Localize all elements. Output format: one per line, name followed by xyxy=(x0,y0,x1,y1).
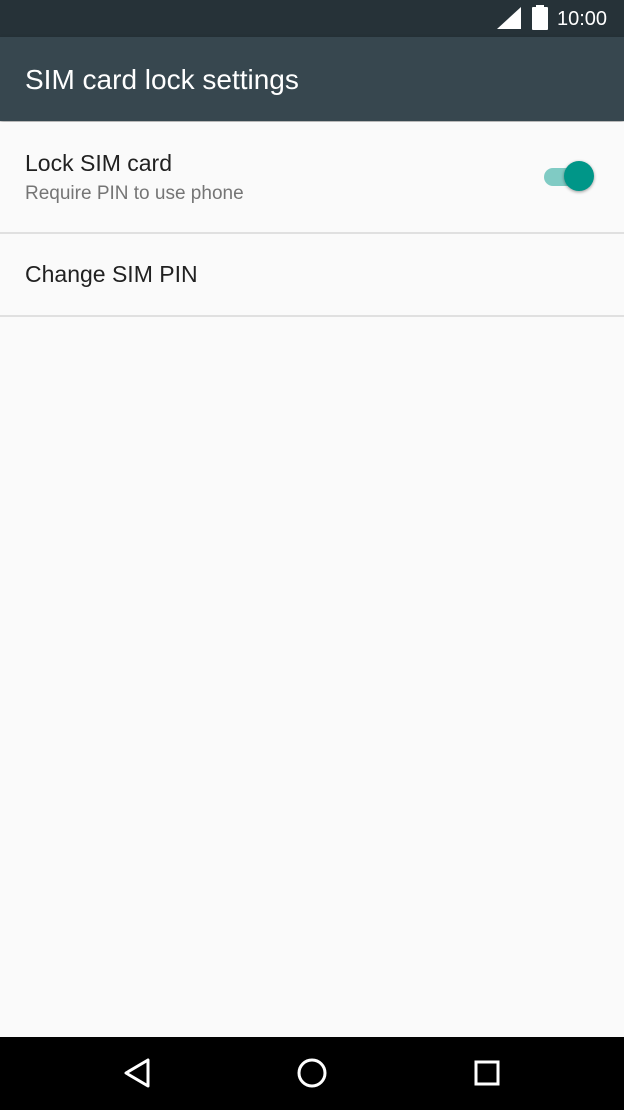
page-title: SIM card lock settings xyxy=(25,64,299,95)
lock-sim-card-title: Lock SIM card xyxy=(25,150,172,176)
status-clock: 10:00 xyxy=(557,8,608,30)
lock-sim-card-preference[interactable]: Lock SIM card Require PIN to use phone xyxy=(0,122,624,232)
battery-icon xyxy=(532,5,548,30)
change-sim-pin-title: Change SIM PIN xyxy=(25,261,198,287)
signal-icon xyxy=(497,7,521,29)
change-sim-pin-preference[interactable]: Change SIM PIN xyxy=(0,234,624,315)
lock-sim-card-toggle[interactable] xyxy=(544,161,596,193)
toggle-thumb xyxy=(564,161,594,191)
status-bar: 10:00 xyxy=(0,0,624,37)
recents-icon[interactable] xyxy=(469,1055,505,1091)
navigation-bar xyxy=(0,1037,624,1110)
divider xyxy=(0,315,624,317)
app-bar: SIM card lock settings xyxy=(0,37,624,121)
lock-sim-card-summary: Require PIN to use phone xyxy=(25,183,244,204)
home-icon[interactable] xyxy=(294,1055,330,1091)
back-icon[interactable] xyxy=(119,1055,155,1091)
